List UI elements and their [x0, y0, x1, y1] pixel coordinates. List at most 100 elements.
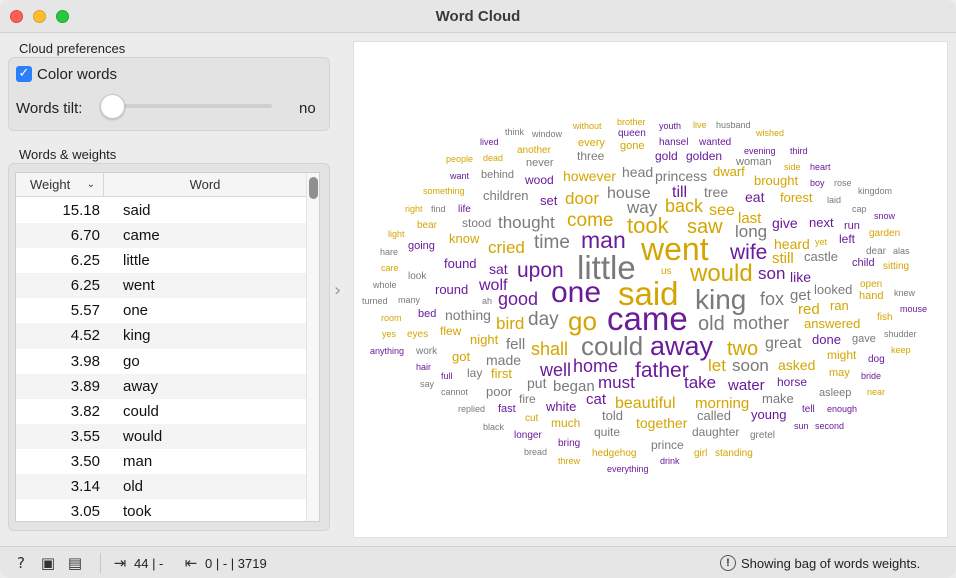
cloud-word: standing — [715, 448, 753, 459]
cloud-word: one — [551, 276, 602, 309]
cloud-word: door — [565, 189, 600, 208]
row-word: would — [123, 427, 163, 445]
cloud-word: black — [483, 422, 505, 432]
color-words-checkbox[interactable]: ✓ — [16, 66, 32, 82]
cloud-word: long — [735, 222, 768, 241]
table-row[interactable]: 4.52 king — [16, 323, 306, 349]
table-row[interactable]: 5.57 one — [16, 298, 306, 323]
cloud-word: red — [798, 301, 820, 318]
output-icon: ⇤ — [184, 554, 198, 572]
cloud-word: find — [431, 204, 446, 214]
row-word: old — [123, 478, 144, 496]
row-word: one — [123, 302, 149, 320]
cloud-word: however — [563, 168, 616, 184]
help-icon[interactable]: ? — [13, 555, 29, 571]
cloud-word: wanted — [699, 137, 732, 148]
cloud-word: next — [809, 215, 834, 230]
cloud-word: left — [839, 232, 856, 246]
cloud-word: cut — [525, 413, 539, 424]
cloud-word: room — [381, 313, 402, 323]
cloud-word: soon — [732, 356, 769, 375]
cloud-word: children — [483, 188, 529, 203]
row-word: go — [123, 352, 140, 370]
cloud-word: queen — [618, 128, 646, 139]
cloud-word: night — [470, 332, 499, 347]
word-column-header[interactable]: Word — [104, 173, 306, 197]
color-words-label[interactable]: Color words — [37, 66, 117, 83]
table-row[interactable]: 3.14 old — [16, 474, 306, 500]
cloud-word: rose — [834, 178, 852, 188]
cloud-word: poor — [486, 384, 513, 399]
table-row[interactable]: 15.18 said — [16, 198, 306, 223]
cloud-word: hedgehog — [592, 448, 637, 459]
cloud-word: like — [790, 269, 812, 285]
row-word: went — [123, 277, 155, 295]
cloud-word: full — [441, 371, 453, 381]
table-row[interactable]: 3.98 go — [16, 349, 306, 374]
table-row[interactable]: 3.05 took — [16, 499, 306, 521]
cloud-word: princess — [655, 168, 708, 184]
words-tilt-slider[interactable] — [112, 104, 272, 108]
cloud-word: nothing — [445, 307, 491, 323]
cloud-word: heart — [810, 162, 831, 172]
cloud-word: young — [751, 407, 787, 422]
table-scrollbar-thumb[interactable] — [309, 177, 318, 199]
save-icon[interactable]: ▣ — [40, 555, 56, 571]
weight-column-header[interactable]: Weight ⌄ — [16, 173, 104, 197]
cloud-word: snow — [874, 211, 896, 221]
cloud-word: people — [446, 154, 474, 164]
table-row[interactable]: 6.70 came — [16, 223, 306, 249]
cloud-word: day — [528, 309, 559, 330]
table-row[interactable]: 3.50 man — [16, 449, 306, 474]
table-row[interactable]: 3.82 could — [16, 399, 306, 424]
cloud-word: white — [546, 399, 577, 414]
row-weight: 3.50 — [70, 452, 100, 470]
row-weight: 3.14 — [70, 478, 100, 496]
row-word: man — [123, 452, 153, 470]
table-row[interactable]: 6.25 went — [16, 273, 306, 299]
info-icon: ! — [720, 555, 736, 571]
report-icon[interactable]: ▤ — [67, 555, 83, 571]
cloud-word: brother — [617, 117, 646, 127]
cloud-word: made — [486, 352, 522, 368]
cloud-word: asleep — [819, 387, 852, 399]
table-header: Weight ⌄ Word — [16, 173, 306, 197]
cloud-word: right — [405, 204, 423, 214]
cloud-word: time — [534, 232, 570, 253]
cloud-word: cap — [852, 204, 867, 214]
cloud-word: window — [532, 129, 563, 139]
cloud-word: done — [812, 332, 841, 347]
words-tilt-slider-thumb[interactable] — [100, 94, 125, 119]
cloud-word: away — [650, 331, 714, 361]
cloud-word: hair — [416, 362, 432, 372]
cloud-word: never — [526, 157, 554, 169]
cloud-word: dwarf — [713, 164, 745, 179]
cloud-word: open — [860, 279, 883, 290]
chevron-right-icon[interactable]: › — [334, 280, 341, 301]
cloud-word: put — [527, 375, 547, 391]
table-scrollbar[interactable] — [306, 173, 319, 521]
cloud-word: head — [622, 164, 654, 180]
row-weight: 6.70 — [70, 227, 100, 245]
cloud-word: dear — [866, 246, 887, 257]
cloud-word: good — [498, 289, 539, 309]
cloud-word: eat — [745, 189, 765, 205]
words-weights-label: Words & weights — [19, 147, 117, 162]
sort-chevron-down-icon: ⌄ — [86, 179, 95, 190]
row-word: said — [123, 202, 151, 219]
cloud-word: replied — [458, 404, 486, 414]
cloud-word: ran — [830, 298, 849, 313]
table-row[interactable]: 3.55 would — [16, 423, 306, 449]
row-weight: 3.82 — [70, 402, 100, 420]
status-bar: ? ▣ ▤ ⇥ 44 | - ⇤ 0 | - | 3719 ! Showing … — [0, 546, 956, 578]
table-row[interactable]: 3.89 away — [16, 373, 306, 399]
cloud-word: say — [420, 379, 435, 389]
row-word: little — [123, 252, 150, 270]
input-icon: ⇥ — [113, 554, 127, 572]
cloud-word: gave — [852, 333, 876, 345]
cloud-word: work — [416, 346, 438, 357]
table-row[interactable]: 6.25 little — [16, 248, 306, 273]
cloud-word: think — [505, 127, 525, 137]
cloud-word: sitting — [883, 261, 910, 272]
cloud-word: bread — [524, 447, 548, 457]
